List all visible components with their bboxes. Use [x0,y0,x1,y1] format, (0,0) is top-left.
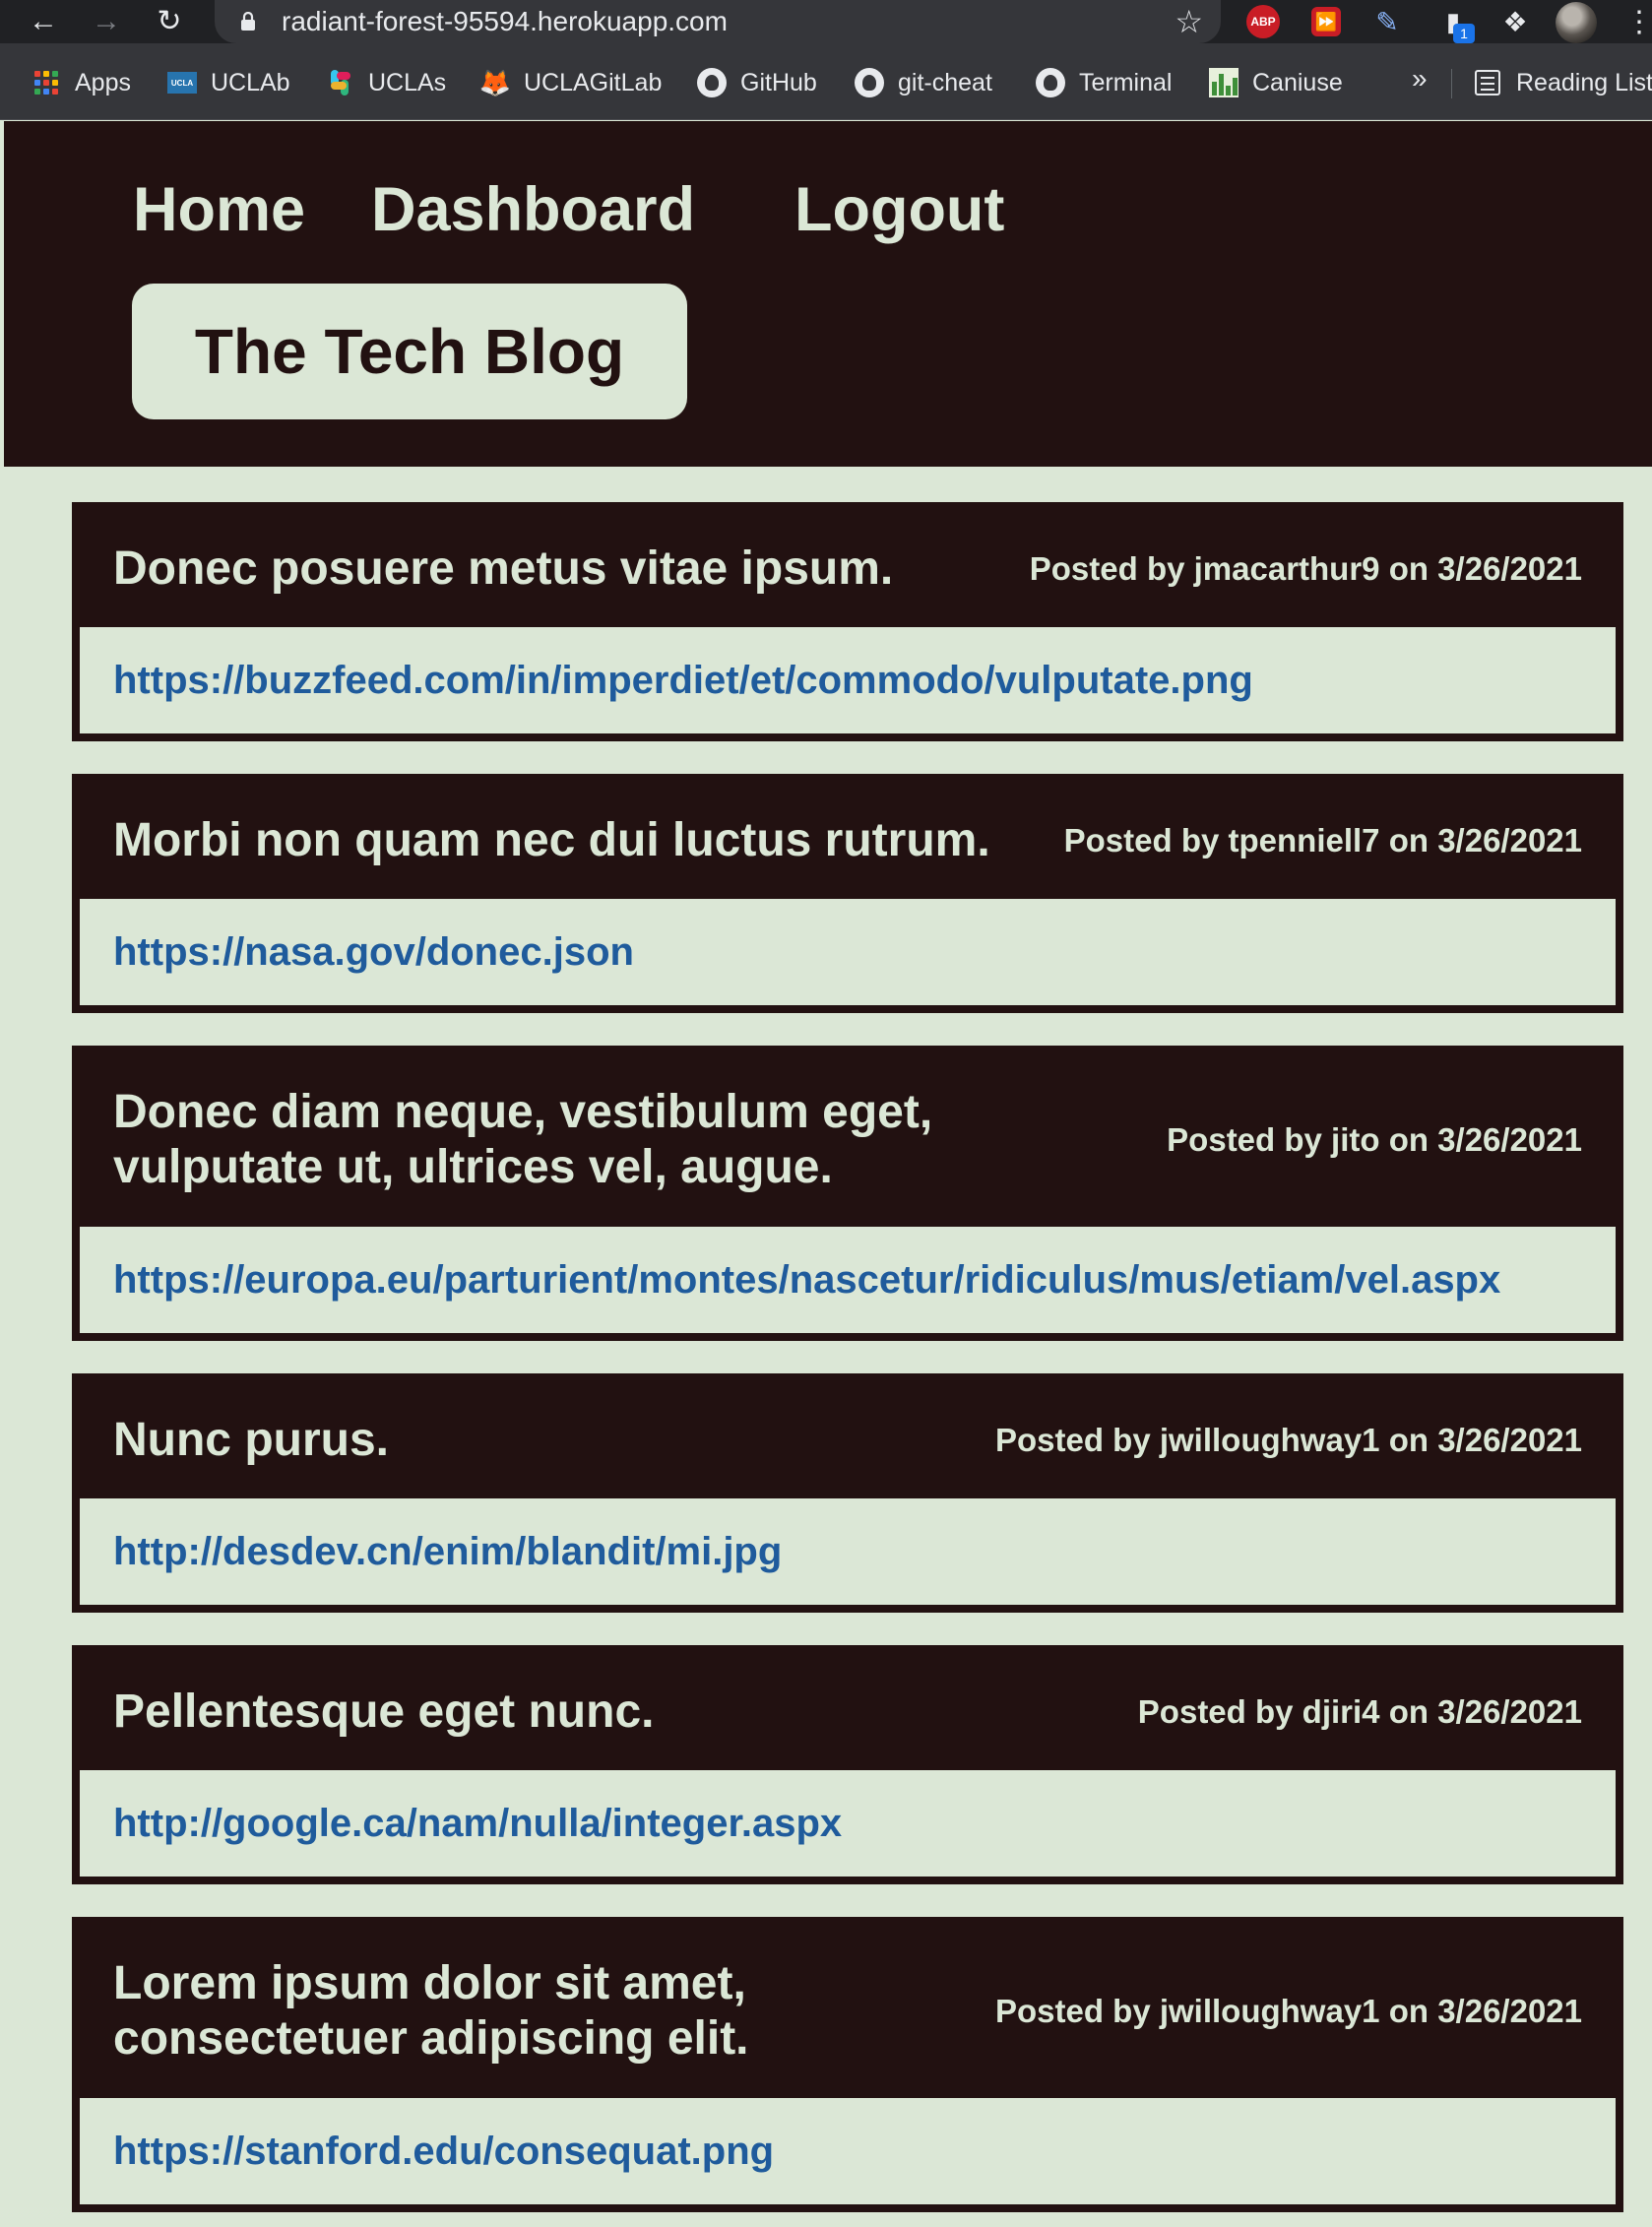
bookmark-uclas[interactable]: UCLAs [325,63,446,102]
url-text[interactable]: radiant-forest-95594.herokuapp.com [282,6,728,37]
bookmark-terminal[interactable]: Terminal [1036,63,1172,102]
nav-home-link[interactable]: Home [133,170,305,249]
bookmark-caniuse[interactable]: Caniuse [1209,63,1343,102]
adblock-plus-icon[interactable]: ABP [1246,5,1280,38]
post-header: Pellentesque eget nunc. Posted by djiri4… [80,1653,1616,1770]
bookmark-uclagitlab[interactable]: 🦊 UCLAGitLab [478,63,663,102]
bookmark-label: Caniuse [1252,68,1343,96]
site-header: Home Dashboard Logout The Tech Blog [4,121,1652,467]
browser-menu-icon[interactable]: ⋮ [1624,0,1652,43]
post-link[interactable]: https://nasa.gov/donec.json [113,930,634,975]
reading-list-button[interactable]: Reading List [1473,63,1652,102]
address-bar[interactable]: radiant-forest-95594.herokuapp.com ☆ [215,0,1221,43]
reading-list-icon [1473,68,1502,97]
bookmark-label: UCLAb [211,68,290,96]
caniuse-icon [1209,68,1239,97]
post-title[interactable]: Morbi non quam nec dui luctus rutrum. [113,813,990,868]
post-link[interactable]: http://google.ca/nam/nulla/integer.aspx [113,1802,842,1846]
bookmark-label: git-cheat [898,68,992,96]
post-title[interactable]: Donec diam neque, vestibulum eget, vulpu… [113,1085,999,1195]
github-icon [1036,68,1065,97]
reload-icon[interactable]: ↻ [148,0,191,43]
post-meta: Posted by djiri4 on 3/26/2021 [1137,1692,1582,1730]
post-meta: Posted by jito on 3/26/2021 [1167,1121,1582,1158]
post-card[interactable]: Donec posuere metus vitae ipsum. Posted … [72,502,1623,741]
bookmark-label: Terminal [1079,68,1173,96]
nav-logout-link[interactable]: Logout [794,170,1004,249]
post-meta: Posted by jmacarthur9 on 3/26/2021 [1029,549,1582,587]
bookmark-label: Apps [75,68,131,96]
extension-fast-forward-icon[interactable]: ⏩ [1311,7,1341,36]
pen-extension-icon[interactable]: ✎ [1372,6,1402,37]
post-card[interactable]: Donec diam neque, vestibulum eget, vulpu… [72,1046,1623,1341]
reading-list-label: Reading List [1516,68,1652,96]
post-card[interactable]: Morbi non quam nec dui luctus rutrum. Po… [72,774,1623,1013]
post-body: https://europa.eu/parturient/montes/nasc… [80,1227,1616,1333]
post-header: Donec diam neque, vestibulum eget, vulpu… [80,1053,1616,1227]
profile-avatar[interactable] [1556,2,1597,43]
gitlab-icon: 🦊 [478,67,512,97]
post-title[interactable]: Donec posuere metus vitae ipsum. [113,541,893,597]
bookmarks-divider [1451,69,1452,98]
post-title[interactable]: Pellentesque eget nunc. [113,1685,654,1740]
ucla-icon: UCLA [167,68,197,97]
nav-dashboard-link[interactable]: Dashboard [371,170,695,249]
post-body: http://google.ca/nam/nulla/integer.aspx [80,1770,1616,1877]
post-card[interactable]: Lorem ipsum dolor sit amet, consectetuer… [72,1917,1623,2212]
post-link[interactable]: https://europa.eu/parturient/montes/nasc… [113,1258,1500,1303]
bookmark-git-cheat[interactable]: git-cheat [855,63,992,102]
post-header: Donec posuere metus vitae ipsum. Posted … [80,510,1616,627]
post-meta: Posted by tpenniell7 on 3/26/2021 [1063,821,1582,859]
github-icon [697,68,727,97]
post-body: https://buzzfeed.com/in/imperdiet/et/com… [80,627,1616,733]
bookmark-star-icon[interactable]: ☆ [1175,4,1203,39]
extension-badge: 1 [1453,24,1475,43]
post-meta: Posted by jwilloughway1 on 3/26/2021 [994,1993,1582,2029]
more-bookmarks-chevron-icon[interactable]: » [1412,63,1428,95]
bookmarks-bar: Apps UCLA UCLAb UCLAs 🦊 UCLAGitLab GitHu… [0,43,1652,120]
github-icon [855,68,884,97]
post-body: https://nasa.gov/donec.json [80,899,1616,1005]
browser-toolbar: ← → ↻ radiant-forest-95594.herokuapp.com… [0,0,1652,43]
bookmark-github[interactable]: GitHub [697,63,817,102]
lock-icon [241,12,255,31]
apps-grid-icon [32,68,61,97]
post-body: https://stanford.edu/consequat.png [80,2098,1616,2204]
post-body: http://desdev.cn/enim/blandit/mi.jpg [80,1498,1616,1605]
page-content: Home Dashboard Logout The Tech Blog Done… [0,121,1652,2227]
back-arrow-icon[interactable]: ← [22,0,65,43]
post-card[interactable]: Nunc purus. Posted by jwilloughway1 on 3… [72,1373,1623,1613]
adblock-label: ABP [1250,15,1276,29]
post-header: Nunc purus. Posted by jwilloughway1 on 3… [80,1381,1616,1498]
bookmark-label: UCLAGitLab [524,68,663,96]
bookmark-label: GitHub [740,68,817,96]
post-link[interactable]: https://buzzfeed.com/in/imperdiet/et/com… [113,659,1253,703]
post-title[interactable]: Lorem ipsum dolor sit amet, consectetuer… [113,1956,995,2067]
bookmark-uclab[interactable]: UCLA UCLAb [167,63,290,102]
site-title-box[interactable]: The Tech Blog [132,284,687,419]
extensions-puzzle-icon[interactable]: ❖ [1498,6,1532,37]
post-card[interactable]: Pellentesque eget nunc. Posted by djiri4… [72,1645,1623,1884]
post-header: Morbi non quam nec dui luctus rutrum. Po… [80,782,1616,899]
post-link[interactable]: https://stanford.edu/consequat.png [113,2130,774,2174]
site-title: The Tech Blog [194,316,625,387]
post-link[interactable]: http://desdev.cn/enim/blandit/mi.jpg [113,1530,782,1574]
bookmark-label: UCLAs [368,68,447,96]
post-header: Lorem ipsum dolor sit amet, consectetuer… [80,1925,1616,2098]
slack-icon [325,68,354,97]
post-title[interactable]: Nunc purus. [113,1413,389,1468]
forward-arrow-icon[interactable]: → [85,0,128,43]
bookmark-apps[interactable]: Apps [32,63,131,102]
post-meta: Posted by jwilloughway1 on 3/26/2021 [994,1421,1582,1458]
